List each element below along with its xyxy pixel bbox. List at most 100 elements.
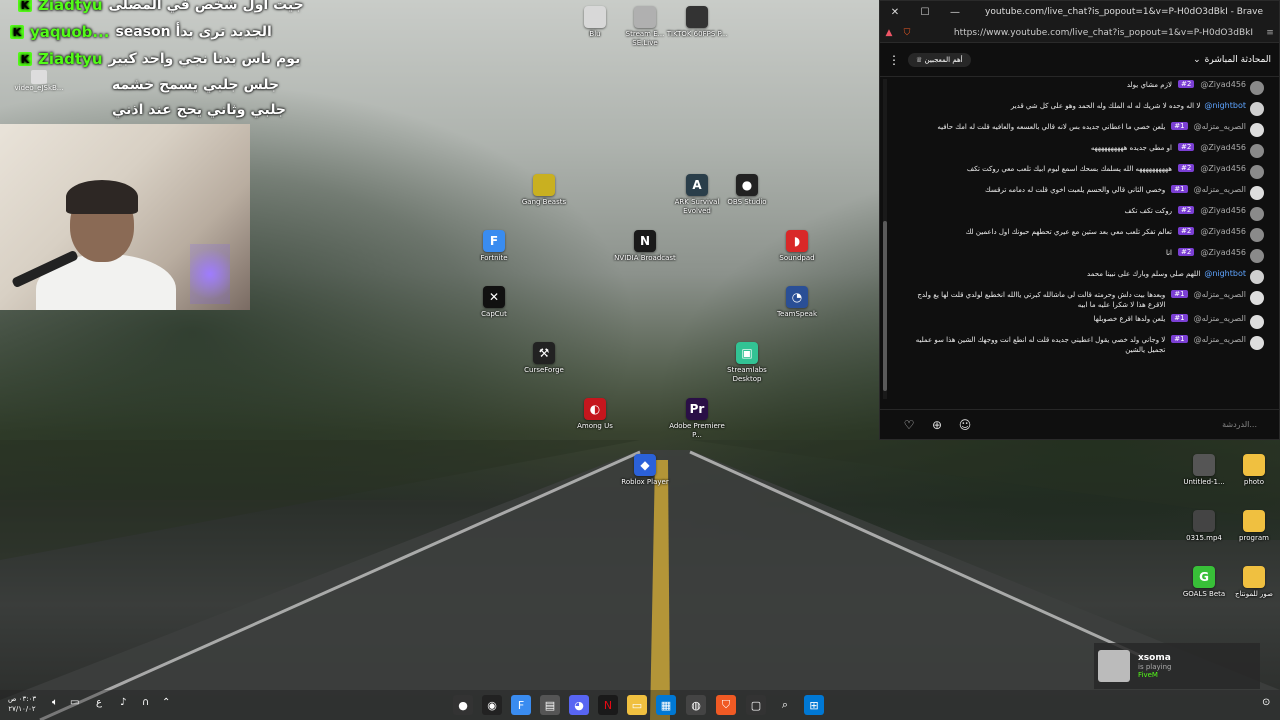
chat-message[interactable]: لا اله وحده لا شريك له له الملك وله الحم… — [880, 99, 1272, 120]
chat-author[interactable]: @nightbot — [1204, 269, 1246, 278]
desktop-shortcut[interactable]: ⚒ CurseForge — [513, 342, 575, 375]
chat-input[interactable]: الدردشة... — [984, 420, 1280, 429]
notifications-icon[interactable]: ⊙ — [1262, 697, 1270, 708]
chat-author[interactable]: @nightbot — [1204, 101, 1246, 110]
avatar[interactable] — [1250, 102, 1264, 116]
taskbar-app-icon[interactable]: ▤ — [540, 695, 560, 715]
avatar[interactable] — [1250, 291, 1264, 305]
desktop-shortcut[interactable]: F Fortnite — [463, 230, 525, 263]
taskbar-netflix-icon[interactable]: N — [598, 695, 618, 715]
desktop-shortcut[interactable]: Pr Adobe Premiere P... — [666, 398, 728, 440]
avatar[interactable] — [1250, 270, 1264, 284]
avatar[interactable] — [1250, 336, 1264, 350]
avatar[interactable] — [1250, 249, 1264, 263]
minimize-icon[interactable]: — — [940, 1, 970, 23]
taskbar-discord-icon[interactable]: ◕ — [569, 695, 589, 715]
chat-message[interactable]: وبعدها بيت دلش وحرمته قالت لي ماشالله كب… — [880, 288, 1272, 312]
chat-message[interactable]: تعالم تفكر تلعب معي بعد ستين مع عيري تحط… — [880, 225, 1272, 246]
display-icon[interactable]: ▭ — [70, 697, 79, 708]
playing-notification[interactable]: xsoma is playing FiveM — [1094, 643, 1260, 689]
headset-icon[interactable]: ∩ — [142, 697, 149, 708]
taskbar-app-icon[interactable]: ● — [453, 695, 473, 715]
taskbar-steam-icon[interactable]: ◍ — [686, 695, 706, 715]
emoji-icon[interactable]: ☺ — [956, 416, 974, 434]
taskbar-obs-icon[interactable]: ◉ — [482, 695, 502, 715]
chat-author[interactable]: @Ziyad456 — [1200, 227, 1246, 236]
taskbar-fortnite-icon[interactable]: F — [511, 695, 531, 715]
taskbar-clock[interactable]: ٠٣:٠٣ ص ٢٧/١٠/٠٢ — [8, 694, 36, 714]
chat-author[interactable]: @Ziyad456 — [1200, 206, 1246, 215]
chevron-up-icon[interactable]: ⌃ — [162, 697, 170, 708]
top-fans-pill[interactable]: ♕ أهم المعجبين — [908, 52, 971, 67]
avatar[interactable] — [1250, 315, 1264, 329]
chat-message[interactable]: يلعن خصي ما اعطاني جديده بس لانه قالي با… — [880, 120, 1272, 141]
desktop-shortcut[interactable]: صور للمونتاج — [1223, 566, 1280, 599]
taskbar-store-icon[interactable]: ▦ — [656, 695, 676, 715]
desktop-shortcut[interactable]: N NVIDIA Broadcast — [614, 230, 676, 263]
chat-message[interactable]: روكت تكف تكف #2 @Ziyad456 — [880, 204, 1272, 225]
chat-message[interactable]: انا #2 @Ziyad456 — [880, 246, 1272, 267]
chat-author[interactable]: @الصريه_متزله — [1194, 185, 1246, 194]
heart-icon[interactable]: ♡ — [900, 416, 918, 434]
chat-message[interactable]: لازم مشاي يولد #2 @Ziyad456 — [880, 78, 1272, 99]
taskbar-explorer-icon[interactable]: ▭ — [627, 695, 647, 715]
chat-message[interactable]: يلعن ولدها اقرع خصوبلها #1 @الصريه_متزله — [880, 312, 1272, 333]
desktop-video-file[interactable]: video_eJSkB... — [14, 70, 64, 92]
overlay-username: Ziadtyu — [38, 50, 103, 68]
mic-icon[interactable]: ♪ — [120, 697, 126, 708]
clock-date: ٢٧/١٠/٠٢ — [8, 705, 36, 713]
desktop-shortcut[interactable]: ◆ Roblox Player — [614, 454, 676, 487]
desktop-shortcut[interactable]: program — [1223, 510, 1280, 543]
more-options-icon[interactable]: ⋮ — [888, 53, 900, 67]
desktop-shortcut[interactable]: photo — [1223, 454, 1280, 487]
brave-shields-icon[interactable]: ⛉ — [898, 28, 916, 38]
chat-author[interactable]: @Ziyad456 — [1200, 143, 1246, 152]
chat-author[interactable]: @Ziyad456 — [1200, 164, 1246, 173]
chat-message[interactable]: لا وجاني ولد خصي يقول اعطيني جديده قلت ل… — [880, 333, 1272, 357]
avatar[interactable] — [1250, 207, 1264, 221]
chat-message[interactable]: او مطي جديده ههههههههههه #2 @Ziyad456 — [880, 141, 1272, 162]
chat-author[interactable]: @Ziyad456 — [1200, 248, 1246, 257]
taskbar-taskview-icon[interactable]: ▢ — [746, 695, 766, 715]
chat-author[interactable]: @Ziyad456 — [1200, 80, 1246, 89]
maximize-icon[interactable]: ☐ — [910, 1, 940, 23]
streamlabs-icon: ▣ — [736, 342, 758, 364]
desktop-shortcut[interactable]: ◐ Among Us — [564, 398, 626, 431]
chat-author[interactable]: @الصريه_متزله — [1194, 290, 1246, 299]
speaker-icon[interactable]: 🔈︎ — [52, 697, 58, 708]
youtube-live-chat-popup[interactable]: ✕ ☐ — youtube.com/live_chat?is_popout=1&… — [879, 0, 1280, 440]
close-icon[interactable]: ✕ — [880, 1, 910, 23]
chat-author[interactable]: @الصريه_متزله — [1194, 335, 1246, 344]
chat-mode-dropdown[interactable]: ⌄ المحادثة المباشرة — [1193, 55, 1271, 65]
desktop-shortcut[interactable]: ◗ Soundpad — [766, 230, 828, 263]
avatar[interactable] — [1250, 81, 1264, 95]
taskbar-brave-icon[interactable]: ⛉ — [716, 695, 736, 715]
taskbar-search-icon[interactable]: ⌕ — [775, 695, 795, 715]
avatar[interactable] — [1250, 186, 1264, 200]
menu-icon[interactable]: ≡ — [1261, 28, 1279, 38]
desktop-shortcut[interactable]: ✕ CapCut — [463, 286, 525, 319]
add-icon[interactable]: ⊕ — [928, 416, 946, 434]
chat-message[interactable]: اللهم صلي وسلم وبارك على نبينا محمد @nigh… — [880, 267, 1272, 288]
overlay-username: Ziadtyu — [38, 0, 103, 14]
desktop-shortcut[interactable]: Gang Beasts — [513, 174, 575, 207]
avatar[interactable] — [1250, 165, 1264, 179]
avatar[interactable] — [1250, 144, 1264, 158]
desktop-shortcut[interactable]: TIKTOK 60FPS P... — [666, 6, 728, 39]
address-bar[interactable]: ▲ ⛉ https://www.youtube.com/live_chat?is… — [880, 23, 1279, 43]
language-icon[interactable]: ع — [96, 697, 102, 708]
desktop-shortcut[interactable]: ◔ TeamSpeak — [766, 286, 828, 319]
window-titlebar[interactable]: ✕ ☐ — youtube.com/live_chat?is_popout=1&… — [880, 1, 1279, 23]
chat-message[interactable]: وخصي الثاني قالي والحسم يلعبت اخوي قلت ل… — [880, 183, 1272, 204]
chat-message[interactable]: ههههههههههه الله يسلمك بسحك اسمع ليوم اب… — [880, 162, 1272, 183]
url-text[interactable]: https://www.youtube.com/live_chat?is_pop… — [916, 28, 1261, 38]
avatar[interactable] — [1250, 228, 1264, 242]
avatar[interactable] — [1250, 123, 1264, 137]
start-menu-icon[interactable]: ⊞ — [804, 695, 824, 715]
brave-rewards-icon[interactable]: ▲ — [880, 28, 898, 38]
chat-author[interactable]: @الصريه_متزله — [1194, 314, 1246, 323]
desktop-shortcut[interactable]: ● OBS Studio — [716, 174, 778, 207]
overlay-line: K yaquob... season الجديد ترى بدأ — [10, 21, 272, 43]
desktop-shortcut[interactable]: ▣ Streamlabs Desktop — [716, 342, 778, 384]
chat-author[interactable]: @الصريه_متزله — [1194, 122, 1246, 131]
